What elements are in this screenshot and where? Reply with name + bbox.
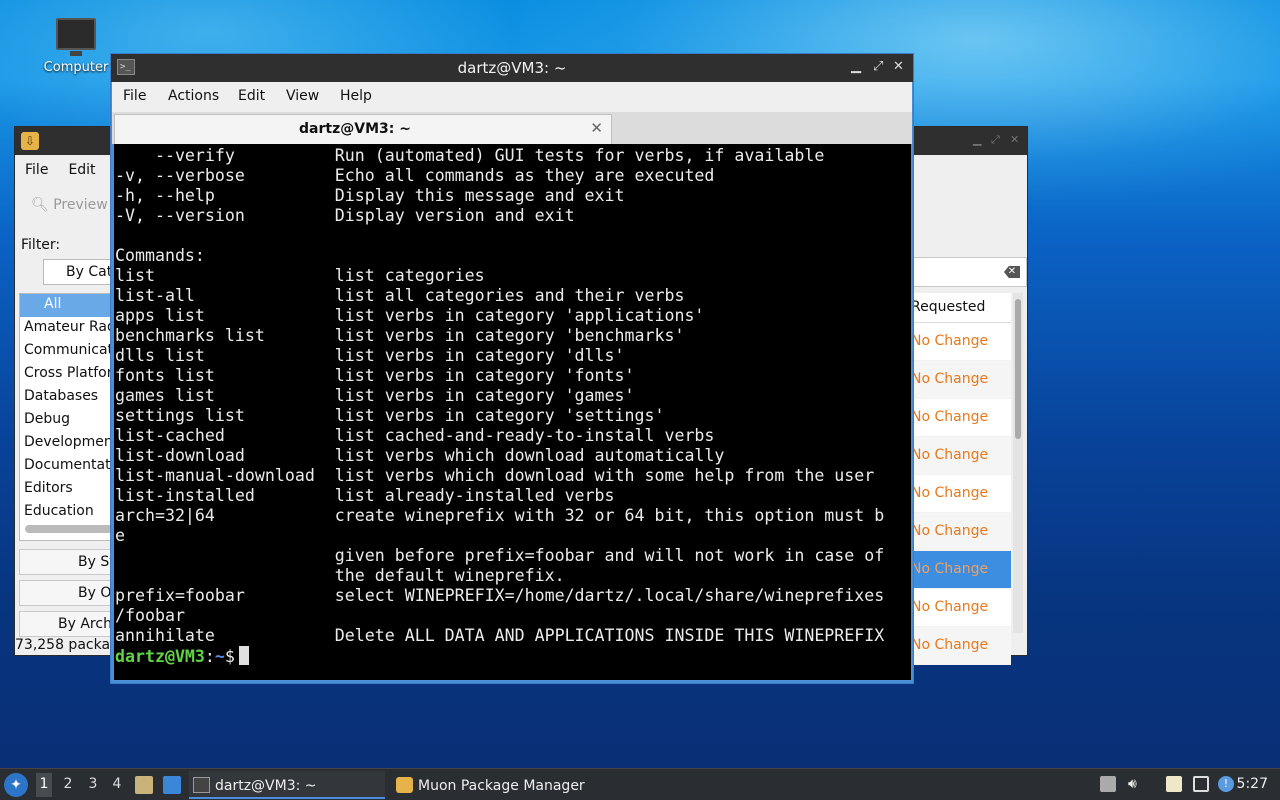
maximize-icon[interactable]: ⤢ xyxy=(991,133,1000,147)
requested-cell[interactable]: No Change xyxy=(911,475,1011,513)
close-icon[interactable]: ✕ xyxy=(1010,133,1019,146)
terminal-icon xyxy=(193,777,210,793)
desktop-icon-label: Computer xyxy=(43,60,109,75)
minimize-icon[interactable]: ▁ xyxy=(851,59,861,74)
terminal-line: -V, --version Display version and exit xyxy=(115,206,575,225)
workspace-3[interactable]: 3 xyxy=(85,776,101,792)
desktop-icon-computer[interactable]: Computer xyxy=(36,14,116,75)
terminal-line: dlls list list verbs in category 'dlls' xyxy=(115,346,625,365)
prompt-symbol: $ xyxy=(224,647,235,666)
requested-cell[interactable]: No Change xyxy=(911,513,1011,551)
terminal-line: Commands: xyxy=(115,246,205,265)
terminal-line: list-all list all categories and their v… xyxy=(115,286,685,305)
taskbar-muon-task[interactable]: Muon Package Manager xyxy=(392,771,592,799)
show-desktop-icon[interactable] xyxy=(163,776,181,794)
terminal-prompt-line[interactable]: dartz@VM3:~$ xyxy=(115,646,249,666)
taskbar: ✦ 1 2 3 4 dartz@VM3: ~ Muon Package Mana… xyxy=(0,768,1280,800)
menu-view[interactable]: View xyxy=(286,88,319,104)
terminal-line: -v, --verbose Echo all commands as they … xyxy=(115,166,715,185)
maximize-icon[interactable]: ⤢ xyxy=(873,59,883,74)
terminal-line: annihilate Delete ALL DATA AND APPLICATI… xyxy=(115,626,885,645)
requested-cell[interactable]: No Change xyxy=(911,361,1011,399)
muon-app-icon: ⇩ xyxy=(21,132,39,150)
vertical-scrollbar[interactable] xyxy=(1013,293,1023,633)
clipboard-icon[interactable] xyxy=(1166,776,1182,792)
menu-edit[interactable]: Edit xyxy=(68,162,95,178)
requested-cell[interactable]: No Change xyxy=(911,627,1011,665)
requested-cell[interactable]: No Change xyxy=(911,399,1011,437)
workspace-2[interactable]: 2 xyxy=(60,776,76,792)
computer-icon xyxy=(56,18,96,56)
terminal-titlebar[interactable]: >_ dartz@VM3: ~ ▁ ⤢ ✕ xyxy=(111,54,913,82)
clock[interactable]: 5:27 xyxy=(1237,776,1268,792)
requested-cell[interactable]: No Change xyxy=(911,323,1011,361)
terminal-menubar: File Actions Edit View Help xyxy=(112,82,912,112)
task-label: dartz@VM3: ~ xyxy=(215,778,317,794)
terminal-line: arch=32|64 create wineprefix with 32 or … xyxy=(115,506,885,525)
requested-column: No Change No Change No Change No Change … xyxy=(911,323,1011,665)
terminal-tabbar: dartz@VM3: ~ ✕ xyxy=(112,112,912,144)
preview-label: Preview xyxy=(53,197,108,213)
terminal-line: benchmarks list list verbs in category '… xyxy=(115,326,685,345)
minimize-icon[interactable]: ▁ xyxy=(973,133,981,146)
requested-cell[interactable]: No Change xyxy=(911,437,1011,475)
clear-icon[interactable]: ✕ xyxy=(1004,266,1020,278)
text-cursor xyxy=(238,646,249,665)
close-tab-icon[interactable]: ✕ xyxy=(590,119,603,137)
terminal-line: games list list verbs in category 'games… xyxy=(115,386,635,405)
menu-file[interactable]: File xyxy=(123,88,146,104)
requested-column-header[interactable]: Requested xyxy=(911,293,1011,323)
package-count-status: 73,258 packag xyxy=(15,637,119,653)
file-manager-icon[interactable] xyxy=(135,776,153,794)
scrollbar-thumb[interactable] xyxy=(1015,299,1021,439)
workspace-4[interactable]: 4 xyxy=(109,776,125,792)
menu-edit[interactable]: Edit xyxy=(238,88,265,104)
terminal-line: list-manual-download list verbs which do… xyxy=(115,466,875,485)
terminal-line: settings list list verbs in category 'se… xyxy=(115,406,665,425)
terminal-line: apps list list verbs in category 'applic… xyxy=(115,306,705,325)
search-icon: 🔍︎ xyxy=(31,197,49,213)
tab-label: dartz@VM3: ~ xyxy=(299,121,411,137)
storage-icon[interactable] xyxy=(1100,776,1116,792)
volume-icon[interactable]: 🔊︎ xyxy=(1128,776,1144,792)
requested-cell[interactable]: No Change xyxy=(911,589,1011,627)
terminal-output[interactable]: --verify Run (automated) GUI tests for v… xyxy=(114,144,911,680)
menu-actions[interactable]: Actions xyxy=(168,88,219,104)
prompt-separator: : xyxy=(204,647,215,666)
terminal-title: dartz@VM3: ~ xyxy=(457,59,567,77)
terminal-line: list list categories xyxy=(115,266,485,285)
package-list-panel: ✕ Requested No Change No Change No Chang… xyxy=(911,257,1027,665)
terminal-line: e xyxy=(115,526,125,545)
terminal-line: list-download list verbs which download … xyxy=(115,446,725,465)
terminal-line: list-installed list already-installed ve… xyxy=(115,486,615,505)
taskbar-terminal-task[interactable]: dartz@VM3: ~ xyxy=(189,771,385,799)
menu-file[interactable]: File xyxy=(25,162,48,178)
terminal-line: fonts list list verbs in category 'fonts… xyxy=(115,366,635,385)
filter-label: Filter: xyxy=(21,237,61,253)
menu-help[interactable]: Help xyxy=(340,88,372,104)
requested-cell-selected[interactable]: No Change xyxy=(911,551,1011,589)
prompt-user: dartz@VM3 xyxy=(115,647,205,666)
task-label: Muon Package Manager xyxy=(418,778,585,794)
network-icon[interactable] xyxy=(1193,776,1209,792)
search-input[interactable]: ✕ xyxy=(911,257,1027,287)
terminal-line: prefix=foobar select WINEPREFIX=/home/da… xyxy=(115,586,885,605)
start-menu-icon[interactable]: ✦ xyxy=(4,773,28,797)
muon-app-icon xyxy=(396,777,413,793)
prompt-path: ~ xyxy=(214,647,225,666)
terminal-line: --verify Run (automated) GUI tests for v… xyxy=(115,146,825,165)
terminal-line: list-cached list cached-and-ready-to-ins… xyxy=(115,426,715,445)
terminal-line: the default wineprefix. xyxy=(115,566,565,585)
terminal-window[interactable]: >_ dartz@VM3: ~ ▁ ⤢ ✕ File Actions Edit … xyxy=(110,53,914,684)
terminal-line: /foobar xyxy=(115,606,185,625)
close-icon[interactable]: ✕ xyxy=(893,59,904,74)
tab-terminal[interactable]: dartz@VM3: ~ ✕ xyxy=(114,114,612,144)
workspace-1[interactable]: 1 xyxy=(36,773,52,797)
preview-button[interactable]: 🔍︎ Preview xyxy=(31,197,108,213)
horizontal-scrollbar[interactable] xyxy=(25,525,119,533)
terminal-line: given before prefix=foobar and will not … xyxy=(115,546,885,565)
update-notifier-icon[interactable]: ! xyxy=(1218,776,1234,792)
terminal-line: -h, --help Display this message and exit xyxy=(115,186,625,205)
